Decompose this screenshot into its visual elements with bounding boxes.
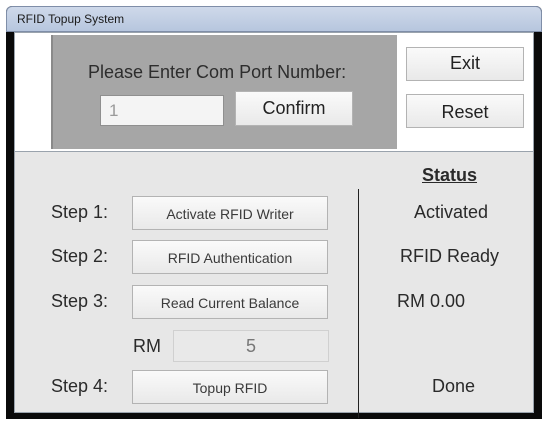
- step-1-status: Activated: [414, 202, 489, 222]
- title-bar[interactable]: RFID Topup System: [6, 6, 542, 32]
- com-port-input[interactable]: 1: [100, 95, 224, 126]
- com-port-prompt: Please Enter Com Port Number:: [88, 62, 347, 82]
- window-title: RFID Topup System: [17, 12, 125, 26]
- topup-rfid-button[interactable]: Topup RFID: [132, 370, 328, 404]
- exit-button[interactable]: Exit: [406, 47, 524, 81]
- status-divider: [358, 189, 359, 418]
- step-3-label: Step 3:: [51, 291, 109, 311]
- step-1-label: Step 1:: [51, 202, 109, 222]
- confirm-button[interactable]: Confirm: [235, 91, 353, 126]
- app-window: RFID Topup System Please Enter Com Port …: [6, 6, 542, 419]
- step-4-label: Step 4:: [51, 376, 109, 396]
- read-current-balance-button[interactable]: Read Current Balance: [132, 285, 328, 319]
- reset-button[interactable]: Reset: [406, 94, 524, 128]
- activate-rfid-writer-button[interactable]: Activate RFID Writer: [132, 196, 328, 230]
- com-port-panel: Please Enter Com Port Number: 1 Confirm: [51, 35, 397, 149]
- step-2-status: RFID Ready: [400, 246, 500, 266]
- client-area: Please Enter Com Port Number: 1 Confirm …: [14, 32, 534, 418]
- rm-currency-label: RM: [133, 336, 161, 356]
- status-heading: Status: [422, 165, 478, 185]
- step-3-status: RM 0.00: [397, 291, 466, 311]
- rfid-authentication-button[interactable]: RFID Authentication: [132, 240, 328, 274]
- topup-amount-input[interactable]: 5: [173, 330, 329, 362]
- step-4-status: Done: [432, 376, 476, 396]
- top-section: Please Enter Com Port Number: 1 Confirm …: [15, 33, 533, 152]
- step-2-label: Step 2:: [51, 246, 109, 266]
